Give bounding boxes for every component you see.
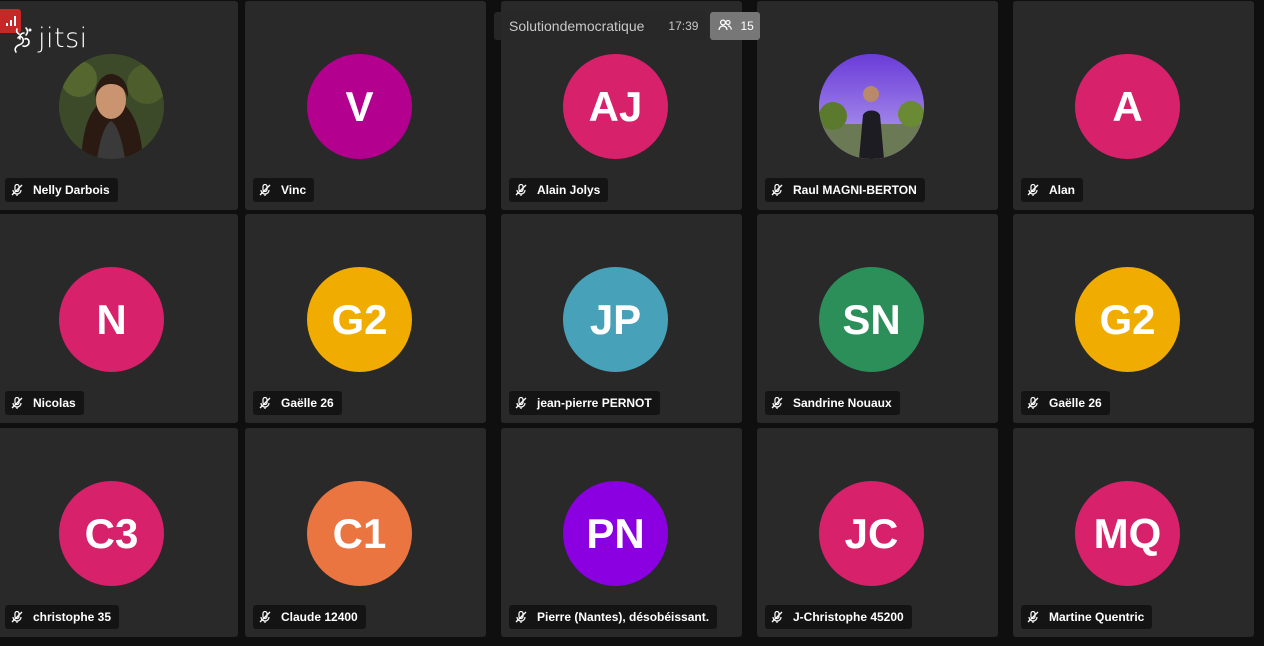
participant-tile[interactable]: JP jean-pierre PERNOT <box>501 214 742 423</box>
participant-name-badge: Nicolas <box>5 391 84 415</box>
participant-avatar-initials: MQ <box>1075 481 1180 586</box>
participant-name-badge: Alain Jolys <box>509 178 609 202</box>
participants-icon <box>718 18 733 35</box>
participant-avatar-initials: V <box>307 54 412 159</box>
participant-avatar-initials: G2 <box>307 267 412 372</box>
participant-name: Sandrine Nouaux <box>793 396 892 410</box>
participant-name-badge: Raul MAGNI-BERTON <box>765 178 925 202</box>
participant-tile[interactable]: SN Sandrine Nouaux <box>757 214 998 423</box>
participant-tile[interactable]: N Nicolas <box>0 214 238 423</box>
participant-name: Gaëlle 26 <box>281 396 334 410</box>
mic-muted-icon <box>257 395 273 411</box>
participant-name-badge: Vinc <box>253 178 315 202</box>
participant-tile[interactable]: JC J-Christophe 45200 <box>757 428 998 637</box>
mic-muted-icon <box>257 182 273 198</box>
participant-name: Pierre (Nantes), désobéissant. <box>537 610 710 624</box>
participant-name-badge: Nelly Darbois <box>5 178 118 202</box>
mic-muted-icon <box>9 609 25 625</box>
participant-avatar-photo <box>59 54 164 159</box>
logo-text: jitsi <box>38 23 88 54</box>
mic-muted-icon <box>9 395 25 411</box>
participant-tile[interactable]: C1 Claude 12400 <box>245 428 486 637</box>
participant-tile[interactable]: G2 Gaëlle 26 <box>245 214 486 423</box>
mic-muted-icon <box>257 609 273 625</box>
meeting-subject: Solutiondemocratique <box>509 18 645 34</box>
participant-name: Nelly Darbois <box>33 183 110 197</box>
mic-muted-icon <box>1025 609 1041 625</box>
participant-name-badge: Claude 12400 <box>253 605 366 629</box>
participant-name-badge: J-Christophe 45200 <box>765 605 912 629</box>
participant-tile[interactable]: A Alan <box>1013 1 1254 210</box>
mic-muted-icon <box>9 182 25 198</box>
participant-avatar-initials: A <box>1075 54 1180 159</box>
participant-name-badge: Gaëlle 26 <box>1021 391 1110 415</box>
jitsi-logo[interactable]: jitsi <box>10 23 88 54</box>
meeting-timer: 17:39 <box>668 19 699 33</box>
participant-name: Nicolas <box>33 396 76 410</box>
participant-avatar-initials: G2 <box>1075 267 1180 372</box>
participant-name: Alain Jolys <box>537 183 601 197</box>
participant-name: jean-pierre PERNOT <box>537 396 652 410</box>
participant-tile[interactable]: V Vinc <box>245 1 486 210</box>
mic-muted-icon <box>769 395 785 411</box>
participant-name: christophe 35 <box>33 610 112 624</box>
participant-tile[interactable]: PN Pierre (Nantes), désobéissant. <box>501 428 742 637</box>
participant-name-badge: jean-pierre PERNOT <box>509 391 660 415</box>
participant-name-badge: Gaëlle 26 <box>253 391 342 415</box>
participant-name-badge: Martine Quentric <box>1021 605 1153 629</box>
participant-tile[interactable]: C3 christophe 35 <box>0 428 238 637</box>
participant-count-button[interactable]: 15 <box>710 12 760 40</box>
meeting-subject-pill[interactable]: Solutiondemocratique 17:39 <box>494 12 707 40</box>
participant-name: Claude 12400 <box>281 610 358 624</box>
participant-avatar-initials: JC <box>819 481 924 586</box>
participant-avatar-initials: AJ <box>563 54 668 159</box>
participant-name-badge: Alan <box>1021 178 1084 202</box>
mic-muted-icon <box>513 609 529 625</box>
participant-name: Vinc <box>281 183 307 197</box>
participant-tile[interactable]: Raul MAGNI-BERTON <box>757 1 998 210</box>
participant-avatar-initials: N <box>59 267 164 372</box>
participant-name: Martine Quentric <box>1049 610 1145 624</box>
participant-name-badge: Sandrine Nouaux <box>765 391 900 415</box>
participant-avatar-initials: PN <box>563 481 668 586</box>
participant-name-badge: Pierre (Nantes), désobéissant. <box>509 605 718 629</box>
participant-tile[interactable]: MQ Martine Quentric <box>1013 428 1254 637</box>
mic-muted-icon <box>1025 395 1041 411</box>
participant-name: J-Christophe 45200 <box>793 610 904 624</box>
participant-avatar-initials: C1 <box>307 481 412 586</box>
mic-muted-icon <box>769 182 785 198</box>
participant-tile[interactable]: G2 Gaëlle 26 <box>1013 214 1254 423</box>
meeting-info-bar: Solutiondemocratique 17:39 15 <box>494 12 760 40</box>
participant-name: Raul MAGNI-BERTON <box>793 183 917 197</box>
participant-avatar-photo <box>819 54 924 159</box>
participant-name-badge: christophe 35 <box>5 605 120 629</box>
mic-muted-icon <box>513 395 529 411</box>
mic-muted-icon <box>513 182 529 198</box>
jitsi-logo-icon <box>14 26 32 53</box>
participant-name: Alan <box>1049 183 1076 197</box>
participant-avatar-initials: JP <box>563 267 668 372</box>
participant-avatar-initials: C3 <box>59 481 164 586</box>
participant-name: Gaëlle 26 <box>1049 396 1102 410</box>
mic-muted-icon <box>1025 182 1041 198</box>
participant-avatar-initials: SN <box>819 267 924 372</box>
mic-muted-icon <box>769 609 785 625</box>
participant-count: 15 <box>740 19 754 33</box>
